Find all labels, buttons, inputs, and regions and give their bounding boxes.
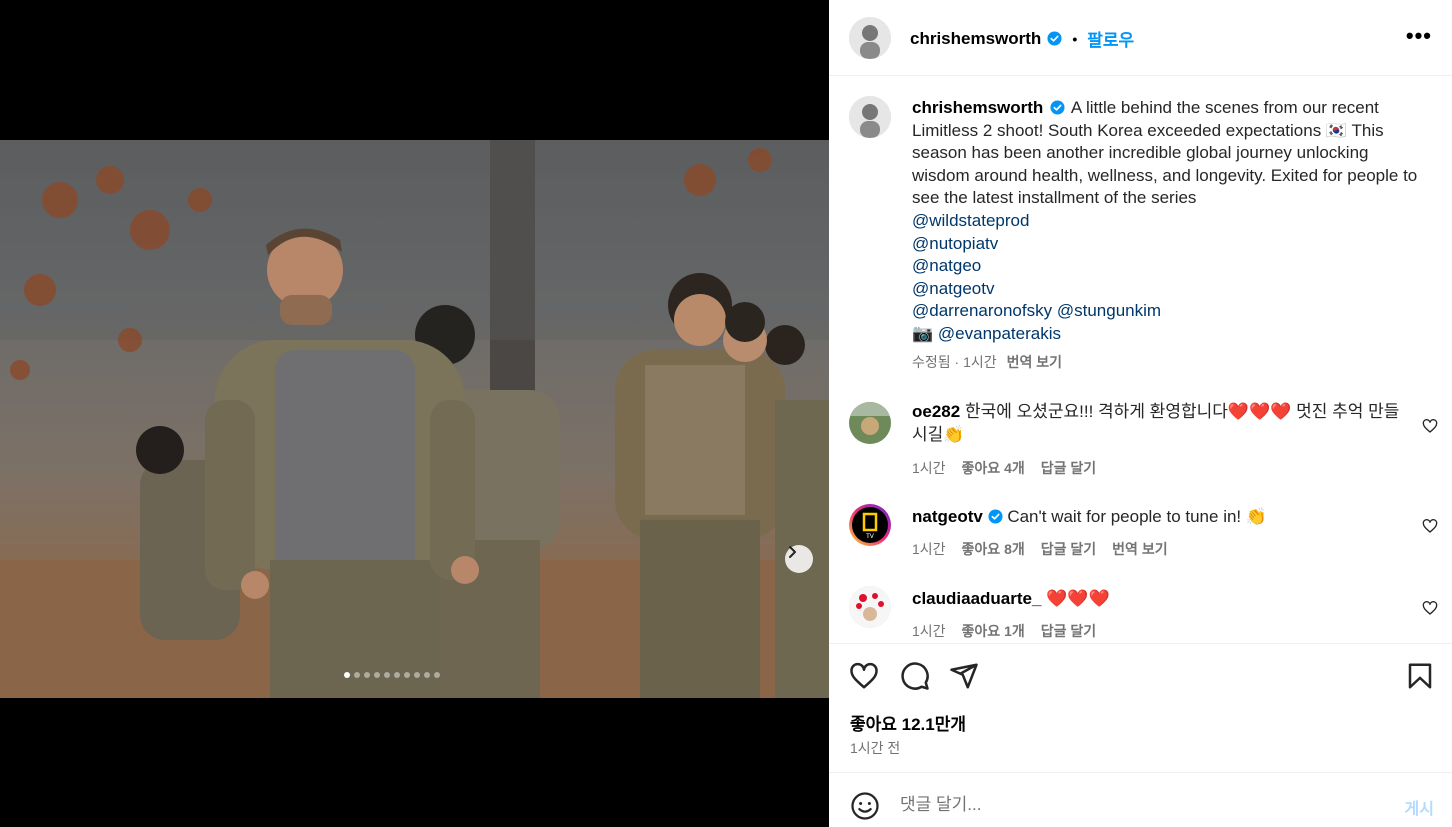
- commenter-avatar[interactable]: [849, 402, 891, 444]
- comment-meta: 1시간 좋아요 4개 답글 달기: [912, 458, 1096, 478]
- post-caption: chrishemsworth A little behind the scene…: [912, 97, 1422, 346]
- commenter-username[interactable]: oe282: [912, 402, 960, 421]
- verified-badge-icon: [1047, 31, 1062, 46]
- caption-meta: 수정됨 · 1시간 번역 보기: [912, 352, 1062, 372]
- comment-body: claudiaaduarte_ ❤️❤️❤️: [912, 588, 1412, 611]
- verified-badge-icon: [988, 509, 1003, 524]
- like-comment-heart-icon[interactable]: [1422, 418, 1438, 434]
- edited-time: 수정됨 · 1시간: [912, 354, 997, 370]
- translate-link[interactable]: 번역 보기: [1112, 539, 1167, 559]
- mention-link[interactable]: @natgeotv: [912, 278, 1422, 301]
- author-line: chrishemsworth • 팔로우: [910, 26, 1134, 51]
- reply-link[interactable]: 답글 달기: [1041, 539, 1096, 559]
- save-bookmark-icon[interactable]: [1405, 661, 1435, 691]
- carousel-next-button[interactable]: [785, 545, 813, 573]
- separator-dot: •: [1072, 30, 1078, 47]
- comment-body: oe282 한국에 오셨군요!!! 격하게 환영합니다❤️❤️❤️ 멋진 추억 …: [912, 401, 1412, 446]
- photo-illustration: [0, 140, 829, 698]
- mention-link[interactable]: @stungunkim: [1057, 301, 1161, 320]
- mention-link[interactable]: @natgeo: [912, 255, 1422, 278]
- post-actions: [829, 643, 1452, 773]
- comments-scroll-area[interactable]: chrishemsworth A little behind the scene…: [829, 77, 1452, 643]
- commenter-username[interactable]: claudiaaduarte_: [912, 589, 1041, 608]
- natgeo-logo-icon: TV: [852, 507, 888, 543]
- comment-likes[interactable]: 좋아요 1개: [962, 621, 1025, 641]
- comment-body: natgeotv Can't wait for people to tune i…: [912, 506, 1412, 529]
- reply-link[interactable]: 답글 달기: [1041, 621, 1096, 641]
- post-photo[interactable]: [0, 140, 829, 698]
- comment-meta: 1시간 좋아요 8개 답글 달기 번역 보기: [912, 539, 1168, 559]
- comment-likes[interactable]: 좋아요 4개: [962, 458, 1025, 478]
- commenter-username[interactable]: natgeotv: [912, 507, 983, 526]
- camera-emoji: 📷: [912, 323, 934, 343]
- post-panel: chrishemsworth • 팔로우 ••• chrishemsworth: [829, 0, 1452, 827]
- more-options-button[interactable]: •••: [1406, 25, 1432, 47]
- commenter-avatar[interactable]: TV: [849, 504, 891, 546]
- avatar-image: [849, 96, 891, 138]
- reply-link[interactable]: 답글 달기: [1041, 458, 1096, 478]
- carousel-dot: [424, 672, 430, 678]
- verified-badge-icon: [1050, 100, 1065, 115]
- avatar-image: [849, 586, 891, 628]
- commenter-avatar[interactable]: [849, 586, 891, 628]
- carousel-dot: [394, 672, 400, 678]
- media-viewer: [0, 0, 829, 827]
- avatar-image: [849, 402, 891, 444]
- photo-credit-line: 📷 @evanpaterakis: [912, 323, 1422, 346]
- svg-text:TV: TV: [865, 533, 875, 540]
- mention-link[interactable]: @wildstateprod: [912, 210, 1422, 233]
- comment-composer: 게시: [829, 772, 1452, 827]
- carousel-dot: [404, 672, 410, 678]
- carousel-indicator: [344, 672, 440, 678]
- comment-text: Can't wait for people to tune in! 👏: [1007, 507, 1268, 526]
- carousel-dot: [434, 672, 440, 678]
- chevron-right-icon: [789, 546, 796, 558]
- like-comment-heart-icon[interactable]: [1422, 518, 1438, 534]
- carousel-dot: [384, 672, 390, 678]
- post-time: 1시간 전: [850, 740, 901, 756]
- comment-likes[interactable]: 좋아요 8개: [962, 539, 1025, 559]
- post-comment-button[interactable]: 게시: [1405, 795, 1434, 819]
- carousel-dot: [374, 672, 380, 678]
- carousel-dot: [344, 672, 350, 678]
- comment-time: 1시간: [912, 541, 946, 557]
- like-comment-heart-icon[interactable]: [1422, 600, 1438, 616]
- author-username[interactable]: chrishemsworth: [910, 29, 1041, 49]
- mention-line: @darrenaronofsky @stungunkim: [912, 300, 1422, 323]
- post-header: chrishemsworth • 팔로우 •••: [829, 0, 1452, 76]
- caption-username[interactable]: chrishemsworth: [912, 98, 1043, 117]
- mention-link[interactable]: @evanpaterakis: [938, 324, 1061, 343]
- follow-button[interactable]: 팔로우: [1087, 26, 1134, 51]
- comment-input[interactable]: [900, 790, 1380, 820]
- mention-link[interactable]: @darrenaronofsky: [912, 301, 1052, 320]
- carousel-dot: [364, 672, 370, 678]
- emoji-picker-icon[interactable]: [850, 791, 880, 821]
- carousel-dot: [414, 672, 420, 678]
- comment-text: ❤️❤️❤️: [1046, 589, 1110, 608]
- comment-time: 1시간: [912, 623, 946, 639]
- translate-link[interactable]: 번역 보기: [1007, 352, 1062, 372]
- comment-bubble-icon[interactable]: [900, 661, 930, 691]
- carousel-dot: [354, 672, 360, 678]
- author-avatar[interactable]: [849, 17, 891, 59]
- like-heart-icon[interactable]: [849, 661, 879, 691]
- avatar-image: [849, 17, 891, 59]
- comment-time: 1시간: [912, 460, 946, 476]
- caption-author-avatar[interactable]: [849, 96, 891, 138]
- comment-text: 한국에 오셨군요!!! 격하게 환영합니다❤️❤️❤️ 멋진 추억 만들시길👏: [912, 402, 1400, 444]
- mention-link[interactable]: @nutopiatv: [912, 233, 1422, 256]
- share-send-icon[interactable]: [949, 661, 979, 691]
- likes-count[interactable]: 좋아요 12.1만개: [850, 710, 966, 735]
- comment-meta: 1시간 좋아요 1개 답글 달기: [912, 621, 1096, 641]
